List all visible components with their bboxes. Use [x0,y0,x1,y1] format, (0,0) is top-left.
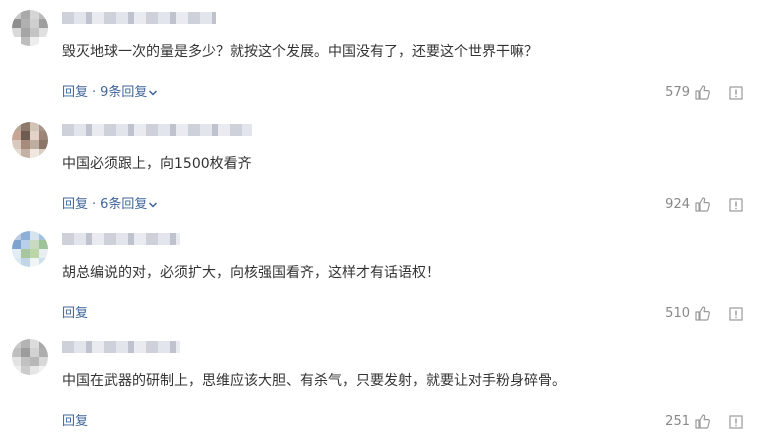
separator-dot: · [92,197,97,212]
separator-dot: · [92,85,97,100]
like-count: 251 [665,414,690,429]
report-button[interactable] [715,414,743,429]
chevron-down-icon [149,202,158,208]
like-button[interactable] [694,84,711,101]
like-button[interactable] [694,196,711,213]
report-button[interactable] [715,85,743,100]
reply-row: 回复 · 9条回复 [62,84,158,102]
username-blurred[interactable] [62,12,216,24]
reply-button[interactable]: 回复 [62,305,88,323]
reply-button[interactable]: 回复 [62,84,88,102]
comment-item: 中国必须跟上，向1500枚看齐 回复 · 6条回复 924 [0,122,762,222]
comment-text: 胡总编说的对，必须扩大，向核强国看齐，这样才有话语权！ [62,265,440,281]
like-controls: 924 [650,196,743,213]
like-count: 510 [665,306,690,321]
avatar[interactable] [12,231,48,267]
avatar[interactable] [12,122,48,158]
reply-row: 回复 [62,305,88,323]
view-replies-button[interactable]: 6条回复 [100,196,158,214]
like-controls: 579 [650,84,743,101]
report-icon [729,85,743,100]
comment-item: 毁灭地球一次的量是多少？就按这个发展。中国没有了，还要这个世界干嘛？ 回复 · 9条回… [0,10,762,110]
username-blurred[interactable] [62,124,252,136]
view-replies-button[interactable]: 9条回复 [100,84,158,102]
report-icon [729,197,743,212]
report-button[interactable] [715,197,743,212]
view-replies-label: 9条回复 [100,85,148,100]
comment-text: 中国必须跟上，向1500枚看齐 [62,156,252,172]
report-button[interactable] [715,306,743,321]
like-count: 924 [665,197,690,212]
username-blurred[interactable] [62,341,180,353]
avatar[interactable] [12,10,48,46]
like-button[interactable] [694,305,711,322]
thumbs-up-icon [695,85,710,100]
like-button[interactable] [694,413,711,430]
comment-text: 毁灭地球一次的量是多少？就按这个发展。中国没有了，还要这个世界干嘛？ [62,44,538,60]
like-count: 579 [665,85,690,100]
reply-button[interactable]: 回复 [62,196,88,214]
thumbs-up-icon [695,414,710,429]
comment-item: 胡总编说的对，必须扩大，向核强国看齐，这样才有话语权！ 回复 510 [0,231,762,331]
view-replies-label: 6条回复 [100,197,148,212]
report-icon [729,414,743,429]
username-blurred[interactable] [62,233,180,245]
avatar[interactable] [12,339,48,375]
chevron-down-icon [149,90,158,96]
report-icon [729,306,743,321]
thumbs-up-icon [695,306,710,321]
comment-item: 中国在武器的研制上，思维应该大胆、有杀气，只要发射，就要让对手粉身碎骨。 回复 25… [0,339,762,439]
comment-text: 中国在武器的研制上，思维应该大胆、有杀气，只要发射，就要让对手粉身碎骨。 [62,373,566,389]
reply-row: 回复 · 6条回复 [62,196,158,214]
reply-row: 回复 [62,413,88,431]
thumbs-up-icon [695,197,710,212]
reply-button[interactable]: 回复 [62,413,88,431]
like-controls: 510 [650,305,743,322]
like-controls: 251 [650,413,743,430]
